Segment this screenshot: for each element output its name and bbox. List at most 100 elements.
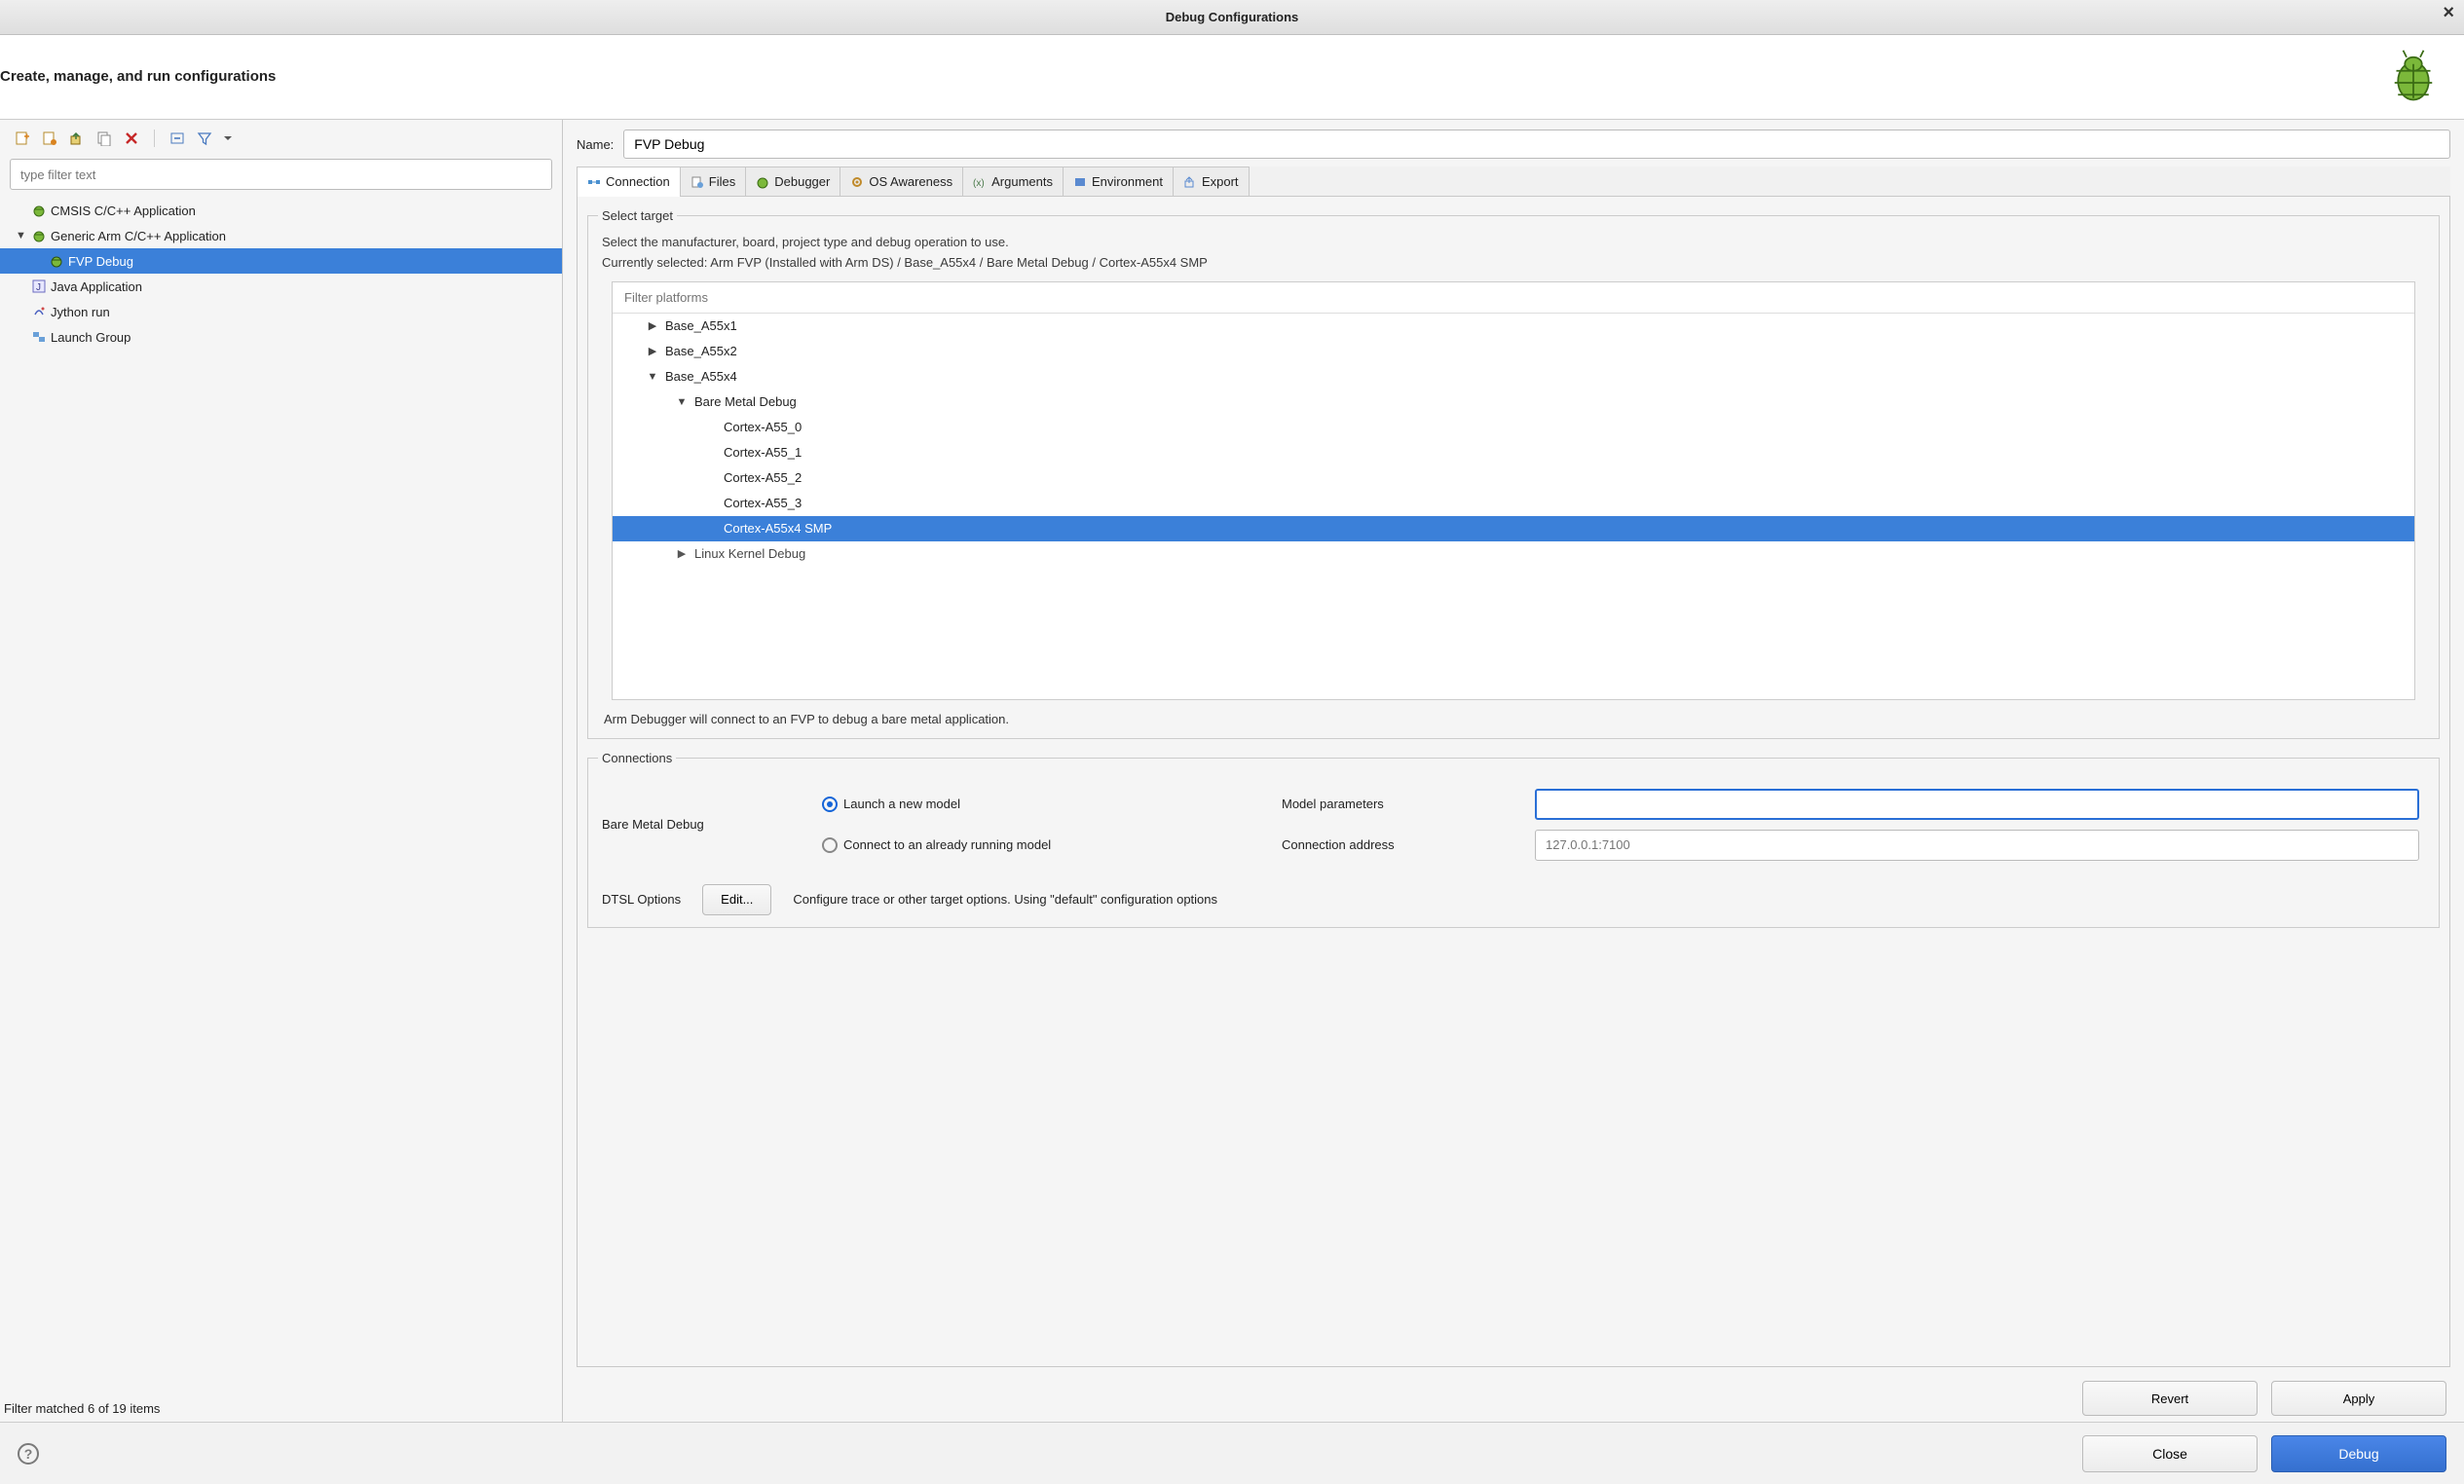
platform-tree-item[interactable]: ▼Base_A55x4 xyxy=(613,364,2414,390)
connect-running-model-label: Connect to an already running model xyxy=(843,837,1282,852)
new-config-icon[interactable] xyxy=(14,130,31,147)
chevron-right-icon[interactable]: ▶ xyxy=(646,345,659,357)
filter-icon[interactable] xyxy=(196,130,213,147)
bug-icon xyxy=(2386,49,2441,103)
jython-icon xyxy=(31,304,47,319)
tab-label: Files xyxy=(709,174,735,189)
duplicate-config-icon[interactable] xyxy=(95,130,113,147)
tab-os-awareness[interactable]: OS Awareness xyxy=(840,167,963,196)
chevron-down-icon[interactable]: ▼ xyxy=(16,230,27,241)
bug-small-icon xyxy=(31,228,47,243)
close-button[interactable]: Close xyxy=(2082,1435,2258,1472)
platform-tree-item[interactable]: ▶Base_A55x2 xyxy=(613,339,2414,364)
chevron-right-icon[interactable]: ▶ xyxy=(646,319,659,332)
tab-label: Environment xyxy=(1092,174,1163,189)
select-target-desc1: Select the manufacturer, board, project … xyxy=(602,233,2425,253)
window-title: Debug Configurations xyxy=(1166,10,1299,24)
platform-tree-item[interactable]: Cortex-A55_2 xyxy=(613,465,2414,491)
platform-tree-item[interactable]: ▶Base_A55x1 xyxy=(613,314,2414,339)
filter-menu-icon[interactable] xyxy=(223,130,233,147)
window-titlebar: Debug Configurations × xyxy=(0,0,2464,35)
tree-item-jython[interactable]: Jython run xyxy=(0,299,562,324)
platform-tree-item[interactable]: Cortex-A55x4 SMP xyxy=(613,516,2414,541)
platform-tree: ▶Base_A55x1▶Base_A55x2▼Base_A55x4▼Bare M… xyxy=(613,314,2414,567)
tree-item-java-app[interactable]: J Java Application xyxy=(0,274,562,299)
platform-tree-label: Base_A55x2 xyxy=(659,344,737,358)
connect-running-model-radio[interactable] xyxy=(822,837,838,853)
delete-config-icon[interactable] xyxy=(123,130,140,147)
model-parameters-input[interactable] xyxy=(1535,789,2419,820)
debug-button[interactable]: Debug xyxy=(2271,1435,2446,1472)
close-icon[interactable]: × xyxy=(2443,2,2454,24)
platform-tree-item[interactable]: Cortex-A55_1 xyxy=(613,440,2414,465)
tab-label: Connection xyxy=(606,174,670,189)
export-config-icon[interactable] xyxy=(68,130,86,147)
sidebar-toolbar xyxy=(0,124,562,153)
tab-connection[interactable]: Connection xyxy=(577,167,681,196)
tab-label: Debugger xyxy=(774,174,830,189)
svg-text:J: J xyxy=(36,282,41,293)
tab-debugger[interactable]: Debugger xyxy=(745,167,840,196)
connections-group: Connections Bare Metal Debug Launch a ne… xyxy=(587,751,2440,928)
tab-arguments[interactable]: (x) Arguments xyxy=(962,167,1064,196)
tree-item-label: Launch Group xyxy=(51,330,131,345)
tree-item-cmsis[interactable]: CMSIS C/C++ Application xyxy=(0,198,562,223)
platform-tree-label: Cortex-A55_3 xyxy=(718,496,802,510)
platform-filter-input[interactable] xyxy=(613,282,2414,314)
platform-tree-label: Base_A55x1 xyxy=(659,318,737,333)
sidebar-footer-status: Filter matched 6 of 19 items xyxy=(0,1395,562,1422)
config-name-input[interactable] xyxy=(623,130,2450,159)
bug-small-icon xyxy=(49,253,64,269)
chevron-down-icon[interactable]: ▼ xyxy=(675,396,689,408)
dtsl-edit-button[interactable]: Edit... xyxy=(702,884,771,915)
revert-button[interactable]: Revert xyxy=(2082,1381,2258,1416)
dialog-subtitle: Create, manage, and run configurations xyxy=(0,68,2386,85)
platform-tree-item[interactable]: ▶Linux Kernel Debug xyxy=(613,541,2414,567)
select-target-group: Select target Select the manufacturer, b… xyxy=(587,208,2440,739)
new-prototype-icon[interactable] xyxy=(41,130,58,147)
platform-tree-item[interactable]: ▼Bare Metal Debug xyxy=(613,390,2414,415)
debugger-icon xyxy=(756,175,769,189)
tab-export[interactable]: Export xyxy=(1173,167,1250,196)
chevron-down-icon[interactable]: ▼ xyxy=(646,371,659,383)
bug-small-icon xyxy=(31,203,47,218)
dtsl-options-label: DTSL Options xyxy=(602,892,681,907)
connection-panel: Select target Select the manufacturer, b… xyxy=(577,197,2450,1367)
environment-icon xyxy=(1073,175,1087,189)
platform-tree-label: Cortex-A55_2 xyxy=(718,470,802,485)
connections-legend: Connections xyxy=(598,751,676,765)
tree-item-fvp-debug[interactable]: FVP Debug xyxy=(0,248,562,274)
platform-tree-box: ▶Base_A55x1▶Base_A55x2▼Base_A55x4▼Bare M… xyxy=(612,281,2415,700)
platform-tree-label: Cortex-A55x4 SMP xyxy=(718,521,832,536)
chevron-right-icon[interactable]: ▶ xyxy=(675,547,689,560)
tree-item-generic-arm[interactable]: ▼ Generic Arm C/C++ Application xyxy=(0,223,562,248)
connection-address-input[interactable] xyxy=(1535,830,2419,861)
gear-icon xyxy=(850,175,864,189)
select-target-legend: Select target xyxy=(598,208,677,223)
export-icon xyxy=(1183,175,1197,189)
model-parameters-label: Model parameters xyxy=(1282,797,1535,811)
dialog-header: Create, manage, and run configurations xyxy=(0,35,2464,120)
files-icon xyxy=(691,175,704,189)
platform-tree-label: Linux Kernel Debug xyxy=(689,546,805,561)
config-tree: CMSIS C/C++ Application ▼ Generic Arm C/… xyxy=(0,196,562,352)
sidebar-filter-input[interactable] xyxy=(10,159,552,190)
tab-label: Export xyxy=(1202,174,1239,189)
platform-tree-item[interactable]: Cortex-A55_3 xyxy=(613,491,2414,516)
collapse-all-icon[interactable] xyxy=(168,130,186,147)
tree-item-launch-group[interactable]: Launch Group xyxy=(0,324,562,350)
launch-new-model-radio[interactable] xyxy=(822,797,838,812)
tree-item-label: Generic Arm C/C++ Application xyxy=(51,229,226,243)
tab-environment[interactable]: Environment xyxy=(1063,167,1174,196)
tab-label: OS Awareness xyxy=(869,174,952,189)
svg-text:(x): (x) xyxy=(973,178,985,189)
tab-files[interactable]: Files xyxy=(680,167,746,196)
arguments-icon: (x) xyxy=(973,175,987,189)
java-icon: J xyxy=(31,278,47,294)
platform-tree-item[interactable]: Cortex-A55_0 xyxy=(613,415,2414,440)
tab-label: Arguments xyxy=(991,174,1053,189)
platform-tree-label: Cortex-A55_1 xyxy=(718,445,802,460)
apply-button[interactable]: Apply xyxy=(2271,1381,2446,1416)
name-label: Name: xyxy=(577,137,614,152)
help-icon[interactable]: ? xyxy=(18,1443,39,1465)
